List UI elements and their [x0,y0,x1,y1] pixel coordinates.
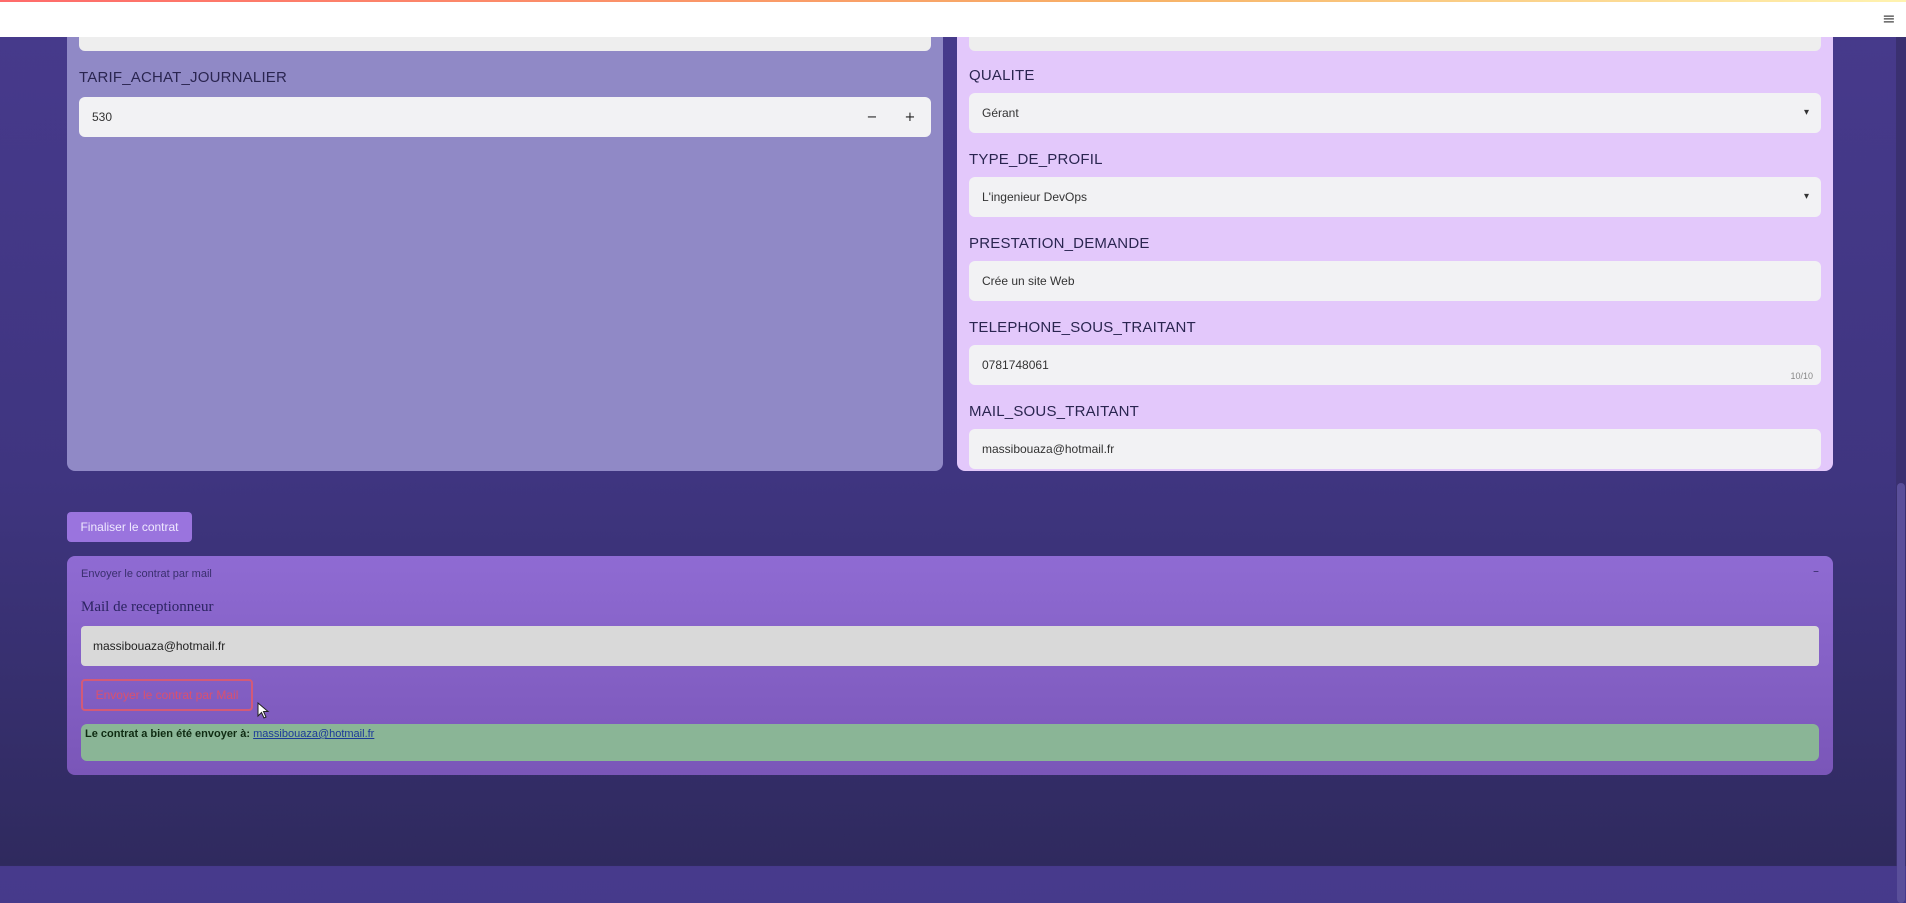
top-decoration-bar [0,0,1906,2]
prestation-label: PRESTATION_DEMANDE [969,235,1150,252]
recipient-value: massibouaza@hotmail.fr [93,639,226,653]
finalize-contract-button[interactable]: Finaliser le contrat [67,512,192,542]
tarif-value: 530 [92,110,113,124]
chevron-down-icon: ▾ [1803,191,1809,202]
success-alert: Le contrat a bien été envoyer à: massibo… [81,724,1819,761]
qualite-value: Gérant [982,106,1019,120]
prestation-input[interactable]: Crée un site Web [969,261,1821,301]
hamburger-icon[interactable]: ≡ [1880,10,1898,28]
type-profil-select[interactable]: L'ingenieur DevOps ▾ [969,177,1821,217]
field-partial-top [79,37,931,51]
mail-label: MAIL_SOUS_TRAITANT [969,403,1140,420]
scrollbar-track[interactable] [1896,37,1906,903]
qualite-label: QUALITE [969,67,1035,84]
decrement-button[interactable]: − [857,97,887,137]
recipient-input[interactable]: massibouaza@hotmail.fr [81,626,1819,666]
qualite-select[interactable]: Gérant ▾ [969,93,1821,133]
mouse-cursor-icon [257,702,270,719]
mail-value: massibouaza@hotmail.fr [982,442,1115,456]
collapse-icon[interactable]: – [1813,564,1819,578]
send-mail-expander: Envoyer le contrat par mail – Mail de re… [67,556,1833,775]
expander-header[interactable]: Envoyer le contrat par mail [81,568,212,580]
send-mail-button[interactable]: Envoyer le contrat par Mail [81,679,253,711]
chevron-down-icon: ▾ [1803,107,1809,118]
mail-input[interactable]: massibouaza@hotmail.fr [969,429,1821,469]
increment-button[interactable]: + [895,97,925,137]
telephone-value: 0781748061 [982,358,1049,372]
recipient-label: Mail de receptionneur [81,599,214,615]
success-email-link[interactable]: massibouaza@hotmail.fr [253,728,374,740]
prestation-value: Crée un site Web [982,274,1075,288]
right-form-panel: QUALITE Gérant ▾ TYPE_DE_PROFIL L'ingeni… [957,37,1833,471]
telephone-input[interactable]: 0781748061 10/10 [969,345,1821,385]
char-counter: 10/10 [1790,371,1813,381]
tarif-label: TARIF_ACHAT_JOURNALIER [79,69,288,86]
success-text: Le contrat a bien été envoyer à: [85,728,254,740]
tarif-input[interactable]: 530 − + [79,97,931,137]
type-profil-value: L'ingenieur DevOps [982,190,1088,204]
telephone-label: TELEPHONE_SOUS_TRAITANT [969,319,1196,336]
scrollbar-thumb[interactable] [1897,483,1905,903]
type-profil-label: TYPE_DE_PROFIL [969,151,1103,168]
left-form-panel: TARIF_ACHAT_JOURNALIER 530 − + [67,37,943,471]
field-partial-top [969,37,1821,51]
top-bar: ≡ [0,0,1906,37]
